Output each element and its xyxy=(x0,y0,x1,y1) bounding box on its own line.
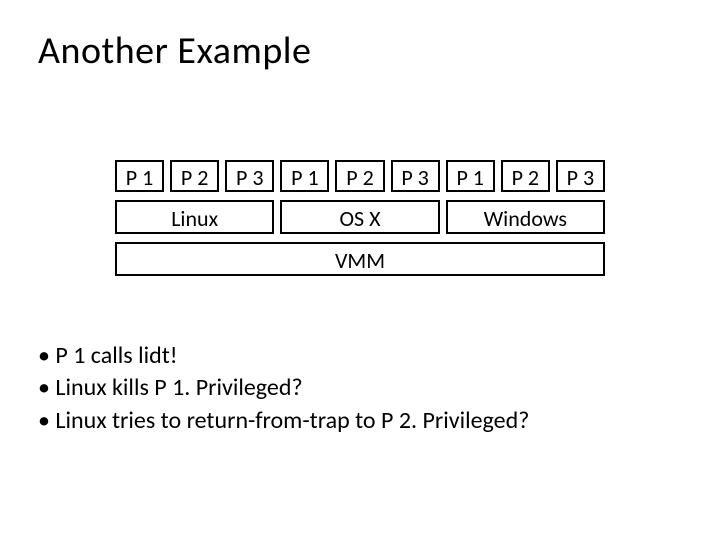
os-box-windows: Windows xyxy=(446,200,605,234)
bullet-list: • P 1 calls lidt! • Linux kills P 1. Pri… xyxy=(38,340,529,437)
process-box: P 3 xyxy=(391,160,440,192)
vmm-box: VMM xyxy=(115,242,605,276)
process-box: P 2 xyxy=(501,160,550,192)
process-box: P 1 xyxy=(280,160,329,192)
os-box-linux: Linux xyxy=(115,200,274,234)
process-box: P 1 xyxy=(446,160,495,192)
process-row: P 1 P 2 P 3 P 1 P 2 P 3 P 1 P 2 P 3 xyxy=(115,160,605,192)
process-box: P 1 xyxy=(115,160,164,192)
os-box-osx: OS X xyxy=(280,200,439,234)
slide-title: Another Example xyxy=(38,28,311,74)
vmm-row: VMM xyxy=(115,242,605,276)
process-box: P 2 xyxy=(170,160,219,192)
process-box: P 2 xyxy=(335,160,384,192)
slide: Another Example P 1 P 2 P 3 P 1 P 2 P 3 … xyxy=(0,0,720,540)
os-row: Linux OS X Windows xyxy=(115,200,605,234)
bullet-item: • Linux kills P 1. Privileged? xyxy=(38,372,529,404)
bullet-item: • Linux tries to return-from-trap to P 2… xyxy=(38,405,529,437)
vmm-diagram: P 1 P 2 P 3 P 1 P 2 P 3 P 1 P 2 P 3 Linu… xyxy=(115,160,605,276)
bullet-item: • P 1 calls lidt! xyxy=(38,340,529,372)
process-box: P 3 xyxy=(225,160,274,192)
process-box: P 3 xyxy=(556,160,605,192)
